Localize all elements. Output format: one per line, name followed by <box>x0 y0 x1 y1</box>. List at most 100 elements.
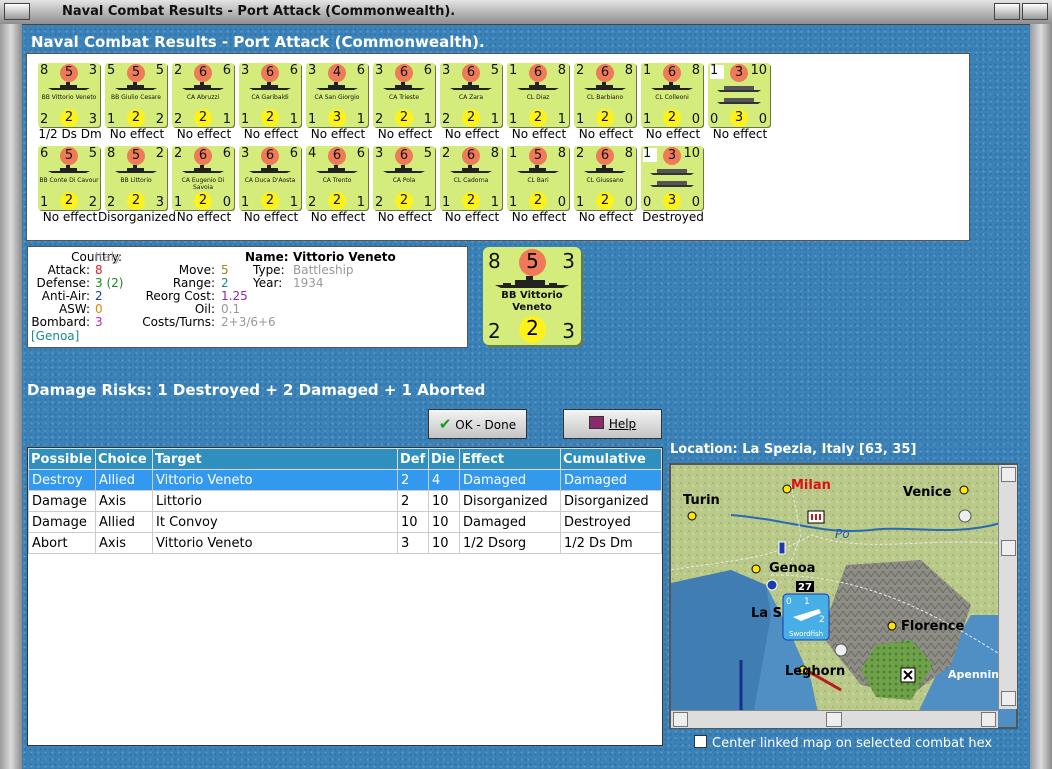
center-map-checkbox[interactable] <box>694 735 707 748</box>
unit-counter[interactable]: 3 6 5 CA Pola 2 2 1 <box>373 146 435 210</box>
unit-counter[interactable]: 3 6 5 CA Zara 2 2 1 <box>440 63 502 127</box>
unit-counter[interactable]: 8 5 3 BB Vittorio Veneto 2 2 3 <box>38 63 100 127</box>
city-marker-turin[interactable] <box>687 511 697 521</box>
unit-counter[interactable]: 1 3 10 0 3 0 <box>641 146 703 210</box>
col-choice[interactable]: Choice <box>95 448 153 470</box>
unit-cell[interactable]: 3 6 5 CA Pola 2 2 1 No effect <box>373 146 437 228</box>
col-cumulative[interactable]: Cumulative <box>560 448 662 470</box>
unit-counter[interactable]: 8 5 2 BB Littorio 2 2 3 <box>105 146 167 210</box>
unit-defense-circle: 2 <box>395 192 413 210</box>
unit-attack: 1 <box>710 63 719 78</box>
unit-cell[interactable]: 3 6 6 CA Duca D'Aosta 1 2 1 No effect <box>239 146 303 228</box>
unit-cell[interactable]: 3 6 6 CA Garibaldi 1 2 1 No effect <box>239 63 303 145</box>
city-marker-genoa[interactable] <box>751 564 761 574</box>
unit-cell[interactable]: 1 3 10 0 3 0 No effect <box>708 63 772 145</box>
title-bar[interactable]: Naval Combat Results - Port Attack (Comm… <box>0 0 1052 25</box>
unit-cell[interactable]: 2 6 8 CL Cadorna 1 2 1 No effect <box>440 146 504 228</box>
unit-counter[interactable]: 1 5 8 CL Bari 1 2 0 <box>507 146 569 210</box>
city-marker-venice[interactable] <box>959 485 969 495</box>
unit-cell[interactable]: 3 6 5 CA Zara 2 2 1 No effect <box>440 63 504 145</box>
city-marker-florence[interactable] <box>887 621 897 631</box>
vertical-scroll-thumb[interactable] <box>1001 540 1016 556</box>
unit-cell[interactable]: 3 4 6 CA San Giorgio 1 3 1 No effect <box>306 63 370 145</box>
col-target[interactable]: Target <box>152 448 398 470</box>
unit-counter[interactable]: 2 6 6 CA Abruzzi 2 2 1 <box>172 63 234 127</box>
map-horizontal-scrollbar[interactable] <box>671 710 998 728</box>
unit-defense-circle: 2 <box>60 192 78 210</box>
unit-cell[interactable]: 2 6 6 CA Eugenio Di Savoia 1 2 0 No effect <box>172 146 236 228</box>
unit-cell[interactable]: 6 5 5 BB Conte Di Cavour 1 2 2 No effect <box>38 146 102 228</box>
scroll-left-button[interactable] <box>673 712 688 727</box>
scroll-right-button[interactable] <box>981 712 996 727</box>
unit-name: CL Giussano <box>586 177 624 184</box>
unit-counter[interactable]: 4 6 6 CA Trento 2 2 1 <box>306 146 368 210</box>
table-row[interactable]: Damage Allied It Convoy 10 10 Damaged De… <box>28 511 662 533</box>
ship-icon <box>249 165 291 173</box>
unit-cell[interactable]: 8 5 2 BB Littorio 2 2 3 Disorganized <box>98 146 176 228</box>
unit-counter[interactable]: 2 6 8 CL Barbiano 1 2 0 <box>574 63 636 127</box>
unit-counter[interactable]: 3 6 6 CA Trieste 2 2 1 <box>373 63 435 127</box>
horizontal-scroll-thumb[interactable] <box>826 712 842 727</box>
unit-cell[interactable]: 4 6 6 CA Trento 2 2 1 No effect <box>306 146 370 228</box>
unit-cell[interactable]: 3 6 6 CA Trieste 2 2 1 No effect <box>373 63 437 145</box>
unit-defense-circle: 2 <box>462 109 480 127</box>
city-marker-milan[interactable] <box>782 484 792 494</box>
minimize-button[interactable] <box>994 3 1020 20</box>
unit-cell[interactable]: 1 6 8 CL Colleoni 1 2 0 No effect <box>641 63 705 145</box>
unit-bombard: 1 <box>423 195 432 210</box>
scroll-up-button[interactable] <box>1001 467 1016 482</box>
col-possible[interactable]: Possible <box>28 448 96 470</box>
map-canvas[interactable]: Turin Milan Venice Genoa La S Florence L… <box>671 465 1016 727</box>
unit-bombard: 1 <box>356 195 365 210</box>
unit-counter[interactable]: 1 6 8 CL Colleoni 1 2 0 <box>641 63 703 127</box>
unit-aa: 0 <box>643 195 652 210</box>
unit-cell[interactable]: 1 5 8 CL Bari 1 2 0 No effect <box>507 146 571 228</box>
unit-cell[interactable]: 2 6 8 CL Barbiano 1 2 0 No effect <box>574 63 638 145</box>
unit-cell[interactable]: 1 3 10 0 3 0 Destroyed <box>641 146 705 228</box>
map-vertical-scrollbar[interactable] <box>998 465 1017 709</box>
scroll-down-button[interactable] <box>1001 691 1016 706</box>
unit-cell[interactable]: 2 6 6 CA Abruzzi 2 2 1 No effect <box>172 63 236 145</box>
unit-defense-circle: 2 <box>596 192 614 210</box>
unit-counter[interactable]: 5 5 5 BB Giulio Cesare 1 2 2 <box>105 63 167 127</box>
unit-counter[interactable]: 3 6 6 CA Garibaldi 1 2 1 <box>239 63 301 127</box>
col-def[interactable]: Def <box>397 448 429 470</box>
col-die[interactable]: Die <box>428 448 460 470</box>
help-button[interactable]: Help <box>563 409 662 439</box>
unit-cell[interactable]: 5 5 5 BB Giulio Cesare 1 2 2 No effect <box>105 63 169 145</box>
table-row[interactable]: Abort Axis Vittorio Veneto 3 10 1/2 Dsor… <box>28 532 662 554</box>
center-map-option[interactable]: Center linked map on selected combat hex <box>694 735 992 751</box>
unit-info-panel: Country: Italy Attack: 8 Defense: 3 (2) … <box>27 246 468 348</box>
unit-aa: 2 <box>442 112 451 127</box>
unit-attack: 3 <box>241 146 250 161</box>
col-effect[interactable]: Effect <box>459 448 561 470</box>
unit-counter[interactable]: 3 6 6 CA Duca D'Aosta 1 2 1 <box>239 146 301 210</box>
selected-unit-counter[interactable]: 8 5 3 BB Vittorio Veneto 2 2 3 <box>483 247 581 345</box>
unit-attack: 1 <box>509 146 518 161</box>
unit-attack: 6 <box>40 146 49 161</box>
unit-counter[interactable]: 1 6 8 CL Diaz 1 2 1 <box>507 63 569 127</box>
unit-counter[interactable]: 6 5 5 BB Conte Di Cavour 1 2 2 <box>38 146 100 210</box>
unit-counter[interactable]: 3 4 6 CA San Giorgio 1 3 1 <box>306 63 368 127</box>
close-button[interactable] <box>1022 3 1048 20</box>
unit-counter[interactable]: 2 6 8 CL Cadorna 1 2 1 <box>440 146 502 210</box>
unit-move: 8 <box>624 63 633 78</box>
unit-counter[interactable]: 1 3 10 0 3 0 <box>708 63 770 127</box>
mini-map[interactable]: Turin Milan Venice Genoa La S Florence L… <box>669 463 1018 729</box>
unit-counter[interactable]: 2 6 8 CL Giussano 1 2 0 <box>574 146 636 210</box>
unit-name: BB Giulio Cesare <box>111 94 161 101</box>
table-row[interactable]: Destroy Allied Vittorio Veneto 2 4 Damag… <box>28 469 662 491</box>
unit-cell[interactable]: 2 6 8 CL Giussano 1 2 0 No effect <box>574 146 638 228</box>
ship-icon <box>517 82 559 90</box>
table-header-row: Possible Choice Target Def Die Effect Cu… <box>28 448 662 470</box>
unit-attack: 5 <box>107 63 116 78</box>
system-menu-button[interactable] <box>4 3 30 20</box>
cell-cumulative: Damaged <box>560 469 662 491</box>
table-row[interactable]: Damage Axis Littorio 2 10 Disorganized D… <box>28 490 662 512</box>
ok-done-button[interactable]: ✔ OK - Done <box>428 409 527 439</box>
selected-unit-aa: 2 <box>488 319 501 343</box>
unit-cell[interactable]: 8 5 3 BB Vittorio Veneto 2 2 3 1/2 Ds Dm <box>38 63 102 145</box>
unit-counter[interactable]: 2 6 6 CA Eugenio Di Savoia 1 2 0 <box>172 146 234 210</box>
unit-cell[interactable]: 1 6 8 CL Diaz 1 2 1 No effect <box>507 63 571 145</box>
anchor-icon[interactable] <box>766 579 778 591</box>
